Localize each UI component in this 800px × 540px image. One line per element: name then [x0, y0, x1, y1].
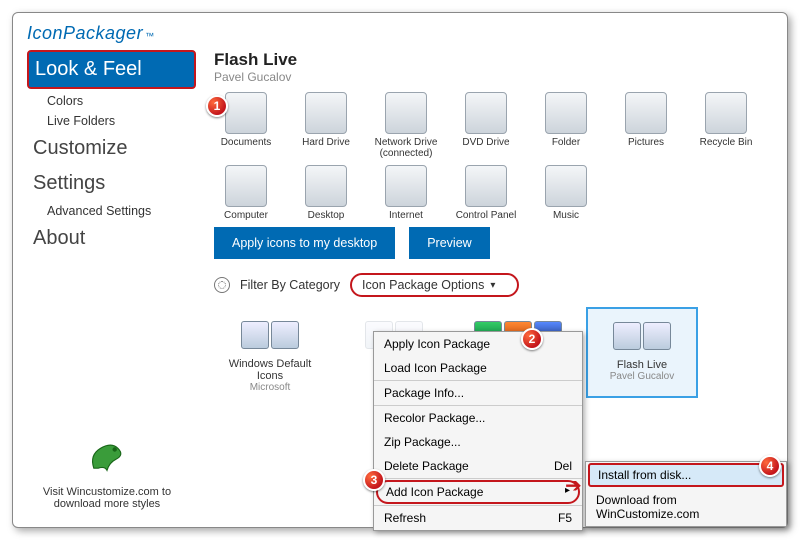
- pack-author: Pavel Gucalov: [214, 70, 773, 84]
- step-badge-1: 1: [206, 95, 228, 117]
- icon-dvd-drive[interactable]: DVD Drive: [454, 92, 518, 159]
- pack-title: Flash Live: [214, 50, 773, 70]
- menu-refresh[interactable]: RefreshF5: [374, 506, 582, 530]
- icon-computer[interactable]: Computer: [214, 165, 278, 221]
- app-logo: IconPackager ™: [27, 23, 773, 44]
- step-badge-4: 4: [759, 455, 781, 477]
- icon-package-options-dropdown[interactable]: Icon Package Options: [350, 273, 519, 297]
- submenu: Install from disk... Download from WinCu…: [585, 461, 787, 527]
- icon-network-drive[interactable]: Network Drive (connected): [374, 92, 438, 159]
- nav-look-and-feel[interactable]: Look & Feel: [27, 50, 196, 89]
- context-menu: Apply Icon Package Load Icon Package Pac…: [373, 331, 583, 531]
- icon-recycle-bin[interactable]: Recycle Bin: [694, 92, 758, 159]
- filter-label: Filter By Category: [240, 278, 340, 292]
- menu-delete-package[interactable]: Delete PackageDel: [374, 454, 582, 478]
- nav-settings[interactable]: Settings: [27, 166, 196, 201]
- icon-hard-drive[interactable]: Hard Drive: [294, 92, 358, 159]
- app-window: IconPackager ™ Look & Feel Colors Live F…: [12, 12, 788, 528]
- lizard-icon: [85, 433, 129, 477]
- theme-windows-default[interactable]: Windows Default Icons Microsoft: [214, 307, 326, 398]
- menu-add-icon-package[interactable]: Add Icon Package: [376, 480, 580, 504]
- icon-internet[interactable]: Internet: [374, 165, 438, 221]
- nav-live-folders[interactable]: Live Folders: [27, 111, 196, 131]
- icon-folder[interactable]: Folder: [534, 92, 598, 159]
- trademark: ™: [145, 31, 155, 41]
- menu-load-icon-package[interactable]: Load Icon Package: [374, 356, 582, 380]
- apply-button[interactable]: Apply icons to my desktop: [214, 227, 395, 259]
- sidebar: Look & Feel Colors Live Folders Customiz…: [27, 50, 202, 514]
- step-badge-2: 2: [521, 328, 543, 350]
- nav-advanced-settings[interactable]: Advanced Settings: [27, 201, 196, 221]
- preview-button[interactable]: Preview: [409, 227, 489, 259]
- promo-block: Visit Wincustomize.com to download more …: [27, 433, 187, 510]
- submenu-download-wincustomize[interactable]: Download from WinCustomize.com: [586, 488, 786, 526]
- step-badge-3: 3: [363, 469, 385, 491]
- grid-icon: [214, 277, 230, 293]
- icon-music[interactable]: Music: [534, 165, 598, 221]
- icons-row-2: Computer Desktop Internet Control Panel …: [214, 165, 773, 221]
- nav-colors[interactable]: Colors: [27, 91, 196, 111]
- menu-recolor-package[interactable]: Recolor Package...: [374, 406, 582, 430]
- icon-control-panel[interactable]: Control Panel: [454, 165, 518, 221]
- nav-customize[interactable]: Customize: [27, 131, 196, 166]
- icon-desktop[interactable]: Desktop: [294, 165, 358, 221]
- menu-zip-package[interactable]: Zip Package...: [374, 430, 582, 454]
- menu-apply-icon-package[interactable]: Apply Icon Package: [374, 332, 582, 356]
- menu-package-info[interactable]: Package Info...: [374, 381, 582, 405]
- nav-about[interactable]: About: [27, 221, 196, 256]
- theme-flash-live[interactable]: Flash Live Pavel Gucalov: [586, 307, 698, 398]
- icon-pictures[interactable]: Pictures: [614, 92, 678, 159]
- app-name: IconPackager: [27, 23, 143, 44]
- submenu-install-from-disk[interactable]: Install from disk...: [588, 463, 784, 487]
- promo-text[interactable]: Visit Wincustomize.com to download more …: [27, 486, 187, 510]
- icons-row-1: Documents Hard Drive Network Drive (conn…: [214, 92, 773, 159]
